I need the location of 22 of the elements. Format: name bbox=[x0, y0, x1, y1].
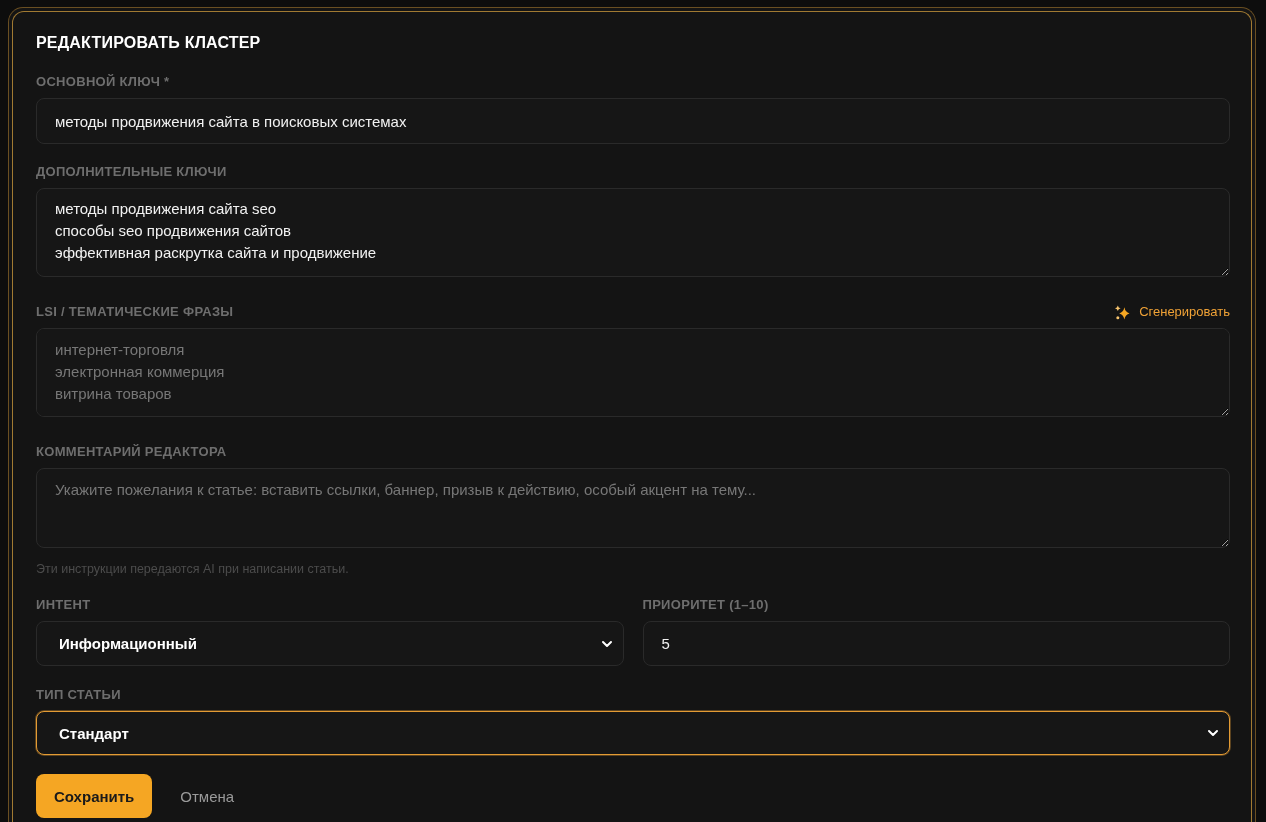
sparkle-icon bbox=[1115, 304, 1131, 320]
field-label: КОММЕНТАРИЙ РЕДАКТОРА bbox=[36, 444, 227, 460]
field-label: LSI / ТЕМАТИЧЕСКИЕ ФРАЗЫ bbox=[36, 304, 234, 320]
lsi-textarea[interactable]: интернет-торговля электронная коммерция витрина товаров bbox=[36, 328, 1230, 417]
keywords-textarea[interactable]: методы продвижения сайта seo способы seo продвижения сайтов эффективная раскрутка сайта и продвижение bbox=[36, 188, 1230, 277]
field-label: ДОПОЛНИТЕЛЬНЫЕ КЛЮЧИ bbox=[36, 164, 227, 180]
article-type-dropdown[interactable]: Стандарт bbox=[36, 711, 1230, 755]
save-button[interactable]: Сохранить bbox=[36, 774, 153, 818]
dialog-title: РЕДАКТИРОВАТЬ КЛАСТЕР bbox=[36, 33, 261, 53]
generate-link[interactable]: Сгенерировать bbox=[1115, 304, 1230, 320]
cancel-button[interactable]: Отмена bbox=[170, 774, 245, 818]
priority-field[interactable]: 5 bbox=[642, 621, 1230, 666]
main-key-field[interactable]: методы продвижения сайта в поисковых системах bbox=[36, 98, 1230, 144]
field-label: ПРИОРИТЕТ (1–10) bbox=[642, 597, 769, 613]
chevron-down-icon bbox=[1207, 729, 1219, 737]
chevron-down-icon bbox=[600, 639, 613, 648]
intent-dropdown[interactable]: Информационный bbox=[36, 621, 624, 666]
comment-textarea[interactable]: Укажите пожелания к статье: вставить ссылки, баннер, призыв к действию, особый акцент на тему... bbox=[36, 468, 1230, 548]
hint-text: Эти инструкции передаются AI при написании статьи. bbox=[36, 561, 349, 577]
field-label: ИНТЕНТ bbox=[36, 597, 91, 613]
field-label: ОСНОВНОЙ КЛЮЧ * bbox=[36, 74, 170, 90]
field-label: ТИП СТАТЬИ bbox=[36, 687, 121, 703]
